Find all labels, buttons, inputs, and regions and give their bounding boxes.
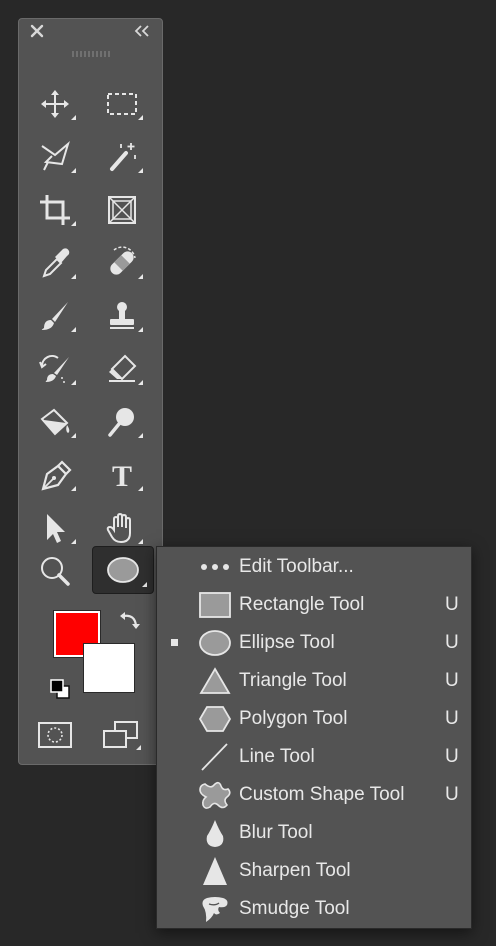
menu-item-ellipse-tool[interactable]: Ellipse Tool U bbox=[157, 624, 471, 662]
hexagon-icon bbox=[198, 706, 232, 732]
frame-icon bbox=[108, 196, 136, 224]
double-chevron-left-icon[interactable] bbox=[134, 24, 150, 38]
arrow-icon bbox=[47, 514, 65, 543]
default-colors-icon[interactable] bbox=[49, 678, 71, 700]
menu-item-label: Sharpen Tool bbox=[239, 860, 351, 881]
magic-wand-tool[interactable] bbox=[95, 135, 149, 179]
dodge-tool[interactable] bbox=[95, 400, 149, 444]
menu-item-label: Ellipse Tool bbox=[239, 632, 335, 653]
magic-wand-icon bbox=[110, 143, 136, 171]
menu-item-label: Custom Shape Tool bbox=[239, 784, 405, 805]
rectangular-marquee-tool[interactable] bbox=[95, 82, 149, 126]
drop-icon bbox=[206, 820, 224, 847]
move-tool[interactable] bbox=[28, 82, 82, 126]
cone-icon bbox=[203, 857, 227, 885]
brush-icon bbox=[41, 302, 68, 330]
paint-bucket-icon bbox=[40, 408, 70, 436]
paint-bucket-tool[interactable] bbox=[28, 400, 82, 444]
tools-panel: T bbox=[18, 18, 163, 765]
rectangle-icon bbox=[199, 592, 231, 618]
ellipse-icon bbox=[199, 630, 231, 656]
svg-text:T: T bbox=[112, 460, 132, 492]
menu-item-label: Triangle Tool bbox=[239, 670, 347, 691]
history-brush-icon bbox=[39, 355, 69, 383]
menu-item-line-tool[interactable]: Line Tool U bbox=[157, 738, 471, 776]
clone-stamp-tool[interactable] bbox=[95, 294, 149, 338]
menu-item-label: Blur Tool bbox=[239, 822, 313, 843]
shortcut-key: U bbox=[445, 670, 459, 691]
background-color-swatch[interactable] bbox=[83, 643, 135, 693]
more-dots-icon bbox=[201, 564, 229, 570]
hand-tool[interactable] bbox=[95, 506, 149, 550]
type-tool[interactable]: T bbox=[95, 453, 149, 497]
crop-icon bbox=[40, 195, 70, 225]
panel-grip[interactable] bbox=[72, 51, 110, 57]
shortcut-key: U bbox=[445, 784, 459, 805]
close-icon[interactable] bbox=[29, 23, 45, 39]
history-brush-tool[interactable] bbox=[28, 347, 82, 391]
quick-mask-icon[interactable] bbox=[37, 719, 73, 751]
move-icon bbox=[41, 90, 69, 118]
menu-item-rectangle-tool[interactable]: Rectangle Tool U bbox=[157, 586, 471, 624]
triangle-icon bbox=[199, 667, 231, 694]
menu-item-polygon-tool[interactable]: Polygon Tool U bbox=[157, 700, 471, 738]
shortcut-key: U bbox=[445, 594, 459, 615]
brush-tool[interactable] bbox=[28, 294, 82, 338]
pen-tool[interactable] bbox=[28, 453, 82, 497]
lasso-icon bbox=[41, 141, 70, 171]
menu-item-label: Line Tool bbox=[239, 746, 315, 767]
eyedropper-icon bbox=[42, 248, 70, 278]
healing-brush-tool[interactable] bbox=[95, 241, 149, 285]
crop-tool[interactable] bbox=[28, 188, 82, 232]
menu-item-edit-toolbar[interactable]: Edit Toolbar... bbox=[157, 548, 471, 586]
ellipse-icon bbox=[107, 557, 139, 583]
menu-item-label: Rectangle Tool bbox=[239, 594, 365, 615]
ellipse-tool[interactable] bbox=[92, 546, 154, 594]
stamp-icon bbox=[110, 302, 134, 329]
shape-tools-flyout-menu: Edit Toolbar... Rectangle Tool U Ellipse… bbox=[156, 546, 472, 929]
polygonal-lasso-tool[interactable] bbox=[28, 135, 82, 179]
shortcut-key: U bbox=[445, 746, 459, 767]
path-selection-tool[interactable] bbox=[28, 506, 82, 550]
eyedropper-tool[interactable] bbox=[28, 241, 82, 285]
menu-item-smudge-tool[interactable]: Smudge Tool bbox=[157, 890, 471, 928]
selected-indicator bbox=[171, 639, 178, 646]
bandage-icon bbox=[110, 246, 136, 275]
menu-item-label: Polygon Tool bbox=[239, 708, 348, 729]
frame-tool[interactable] bbox=[95, 188, 149, 232]
shortcut-key: U bbox=[445, 708, 459, 729]
menu-item-blur-tool[interactable]: Blur Tool bbox=[157, 814, 471, 852]
custom-shape-icon bbox=[199, 781, 231, 809]
hand-icon bbox=[106, 512, 131, 544]
line-icon bbox=[201, 743, 228, 771]
dodge-icon bbox=[108, 408, 134, 437]
magnifier-icon bbox=[41, 557, 70, 586]
zoom-tool[interactable] bbox=[28, 549, 82, 593]
menu-item-custom-shape-tool[interactable]: Custom Shape Tool U bbox=[157, 776, 471, 814]
menu-item-label: Smudge Tool bbox=[239, 898, 350, 919]
menu-item-sharpen-tool[interactable]: Sharpen Tool bbox=[157, 852, 471, 890]
type-icon: T bbox=[112, 460, 132, 492]
screen-mode-icon[interactable] bbox=[101, 719, 143, 753]
marquee-icon bbox=[107, 93, 137, 115]
swap-colors-icon[interactable] bbox=[119, 610, 141, 632]
panel-header bbox=[19, 19, 162, 43]
eraser-tool[interactable] bbox=[95, 347, 149, 391]
pen-icon bbox=[41, 460, 72, 491]
shortcut-key: U bbox=[445, 632, 459, 653]
menu-item-triangle-tool[interactable]: Triangle Tool U bbox=[157, 662, 471, 700]
eraser-icon bbox=[109, 354, 137, 382]
finger-icon bbox=[202, 897, 228, 922]
menu-item-label: Edit Toolbar... bbox=[239, 556, 354, 577]
